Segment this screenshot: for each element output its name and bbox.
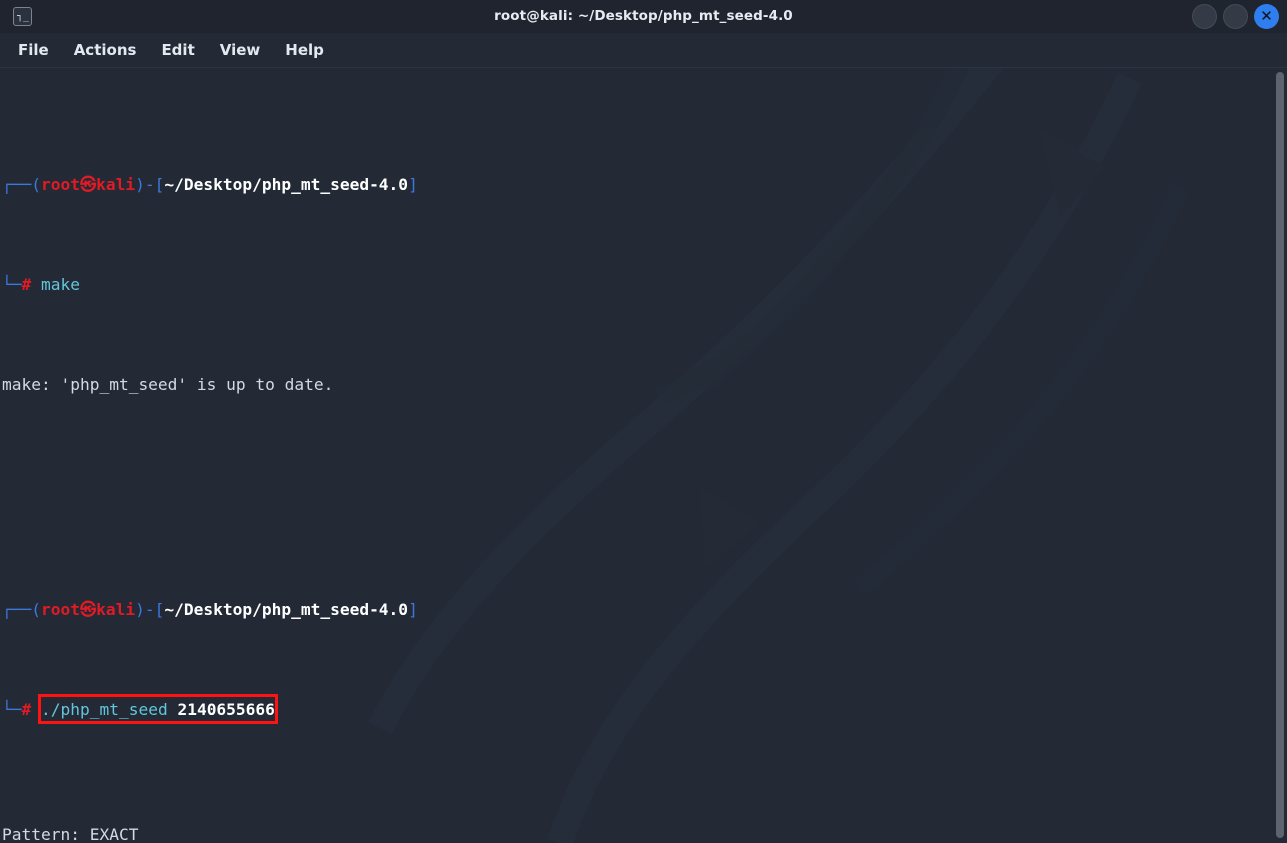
prompt-dash: - (144, 175, 155, 194)
prompt-open-paren: ( (31, 175, 41, 194)
prompt-user: root (41, 600, 80, 619)
prompt-host: kali (96, 175, 136, 194)
menu-item-help[interactable]: Help (283, 39, 326, 61)
menu-item-view[interactable]: View (218, 39, 263, 61)
prompt-user: root (41, 175, 80, 194)
close-button[interactable]: ✕ (1254, 4, 1279, 29)
prompt-hash: # (21, 700, 32, 719)
prompt-branch-bottom: └─ (2, 275, 22, 294)
prompt-host: kali (96, 600, 136, 619)
minimize-button[interactable] (1192, 4, 1217, 29)
terminal-output-area[interactable]: ┌──(root㉿kali)-[~/Desktop/php_mt_seed-4.… (0, 68, 1287, 843)
terminal-text: ┌──(root㉿kali)-[~/Desktop/php_mt_seed-4.… (0, 72, 606, 843)
prompt-branch-bottom: └─ (2, 700, 22, 719)
menu-bar: File Actions Edit View Help (0, 33, 1287, 68)
menu-item-edit[interactable]: Edit (159, 39, 196, 61)
prompt-dash: - (144, 600, 155, 619)
prompt-branch-top: ┌── (2, 175, 32, 194)
prompt-line-top-2: ┌──(root㉿kali)-[~/Desktop/php_mt_seed-4.… (2, 597, 606, 622)
window-controls: ✕ (1192, 4, 1279, 29)
prompt-lbracket: [ (154, 175, 165, 194)
prompt-open-paren: ( (31, 600, 41, 619)
prompt-line-command: └─# make (2, 272, 606, 297)
prompt-rbracket: ] (408, 600, 418, 619)
menu-item-file[interactable]: File (16, 39, 51, 61)
command-make: make (41, 275, 80, 294)
prompt-lbracket: [ (154, 600, 165, 619)
output-line-make: make: 'php_mt_seed' is up to date. (2, 375, 334, 394)
highlighted-command: ./php_mt_seed 2140655666 (38, 694, 278, 724)
prompt-sep-icon: ㉿ (79, 600, 97, 619)
prompt-close-paren: ) (135, 175, 145, 194)
scrollbar-thumb[interactable] (1276, 72, 1284, 838)
prompt-close-paren: ) (135, 600, 145, 619)
prompt-path: ~/Desktop/php_mt_seed-4.0 (164, 175, 409, 194)
prompt-line-top: ┌──(root㉿kali)-[~/Desktop/php_mt_seed-4.… (2, 172, 606, 197)
title-bar: ┐_ root@kali: ~/Desktop/php_mt_seed-4.0 … (0, 0, 1287, 33)
prompt-sep-icon: ㉿ (79, 175, 97, 194)
menu-item-actions[interactable]: Actions (72, 39, 139, 61)
prompt-hash: # (21, 275, 32, 294)
command-program: ./php_mt_seed (41, 700, 168, 719)
window-title: root@kali: ~/Desktop/php_mt_seed-4.0 (494, 8, 793, 24)
command-argument-seed: 2140655666 (177, 700, 275, 719)
prompt-path: ~/Desktop/php_mt_seed-4.0 (164, 600, 409, 619)
prompt-rbracket: ] (408, 175, 418, 194)
maximize-button[interactable] (1223, 4, 1248, 29)
prompt-line-command-2: └─# ./php_mt_seed 2140655666 (2, 694, 606, 724)
output-line: Pattern: EXACT (2, 825, 139, 843)
scrollbar-track[interactable] (1273, 68, 1287, 843)
prompt-branch-top: ┌── (2, 600, 32, 619)
terminal-window: ┐_ root@kali: ~/Desktop/php_mt_seed-4.0 … (0, 0, 1287, 843)
